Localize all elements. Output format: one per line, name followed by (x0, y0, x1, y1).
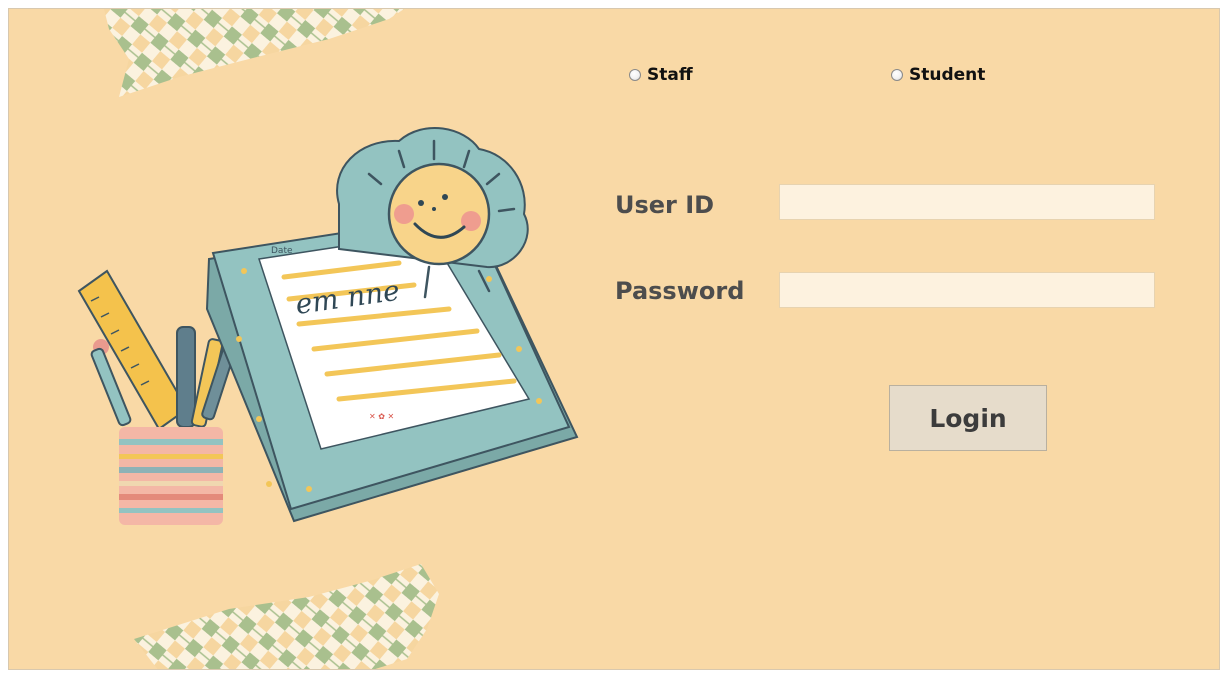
illustration: Date em nne ✕ ✿ ✕ (77, 9, 579, 669)
staff-radio-label[interactable]: Staff (647, 65, 693, 85)
svg-text:✕ ✿ ✕: ✕ ✿ ✕ (369, 412, 394, 421)
staff-radio-button[interactable] (629, 69, 641, 81)
argyle-ribbon-top-icon (104, 9, 404, 97)
notebook-header: Date (271, 246, 293, 256)
user-id-input[interactable] (779, 184, 1155, 220)
login-window: Date em nne ✕ ✿ ✕ Staff Student User ID … (8, 8, 1220, 670)
student-radio-button[interactable] (891, 69, 903, 81)
student-radio-option[interactable]: Student (891, 65, 985, 85)
password-label: Password (615, 277, 745, 305)
student-radio-label[interactable]: Student (909, 65, 985, 85)
user-id-label: User ID (615, 191, 715, 219)
login-button[interactable]: Login (889, 385, 1047, 451)
notebook-icon: Date em nne ✕ ✿ ✕ (205, 211, 579, 523)
staff-radio-option[interactable]: Staff (629, 65, 693, 85)
argyle-ribbon-bottom-icon (134, 564, 439, 669)
password-input[interactable] (779, 272, 1155, 308)
